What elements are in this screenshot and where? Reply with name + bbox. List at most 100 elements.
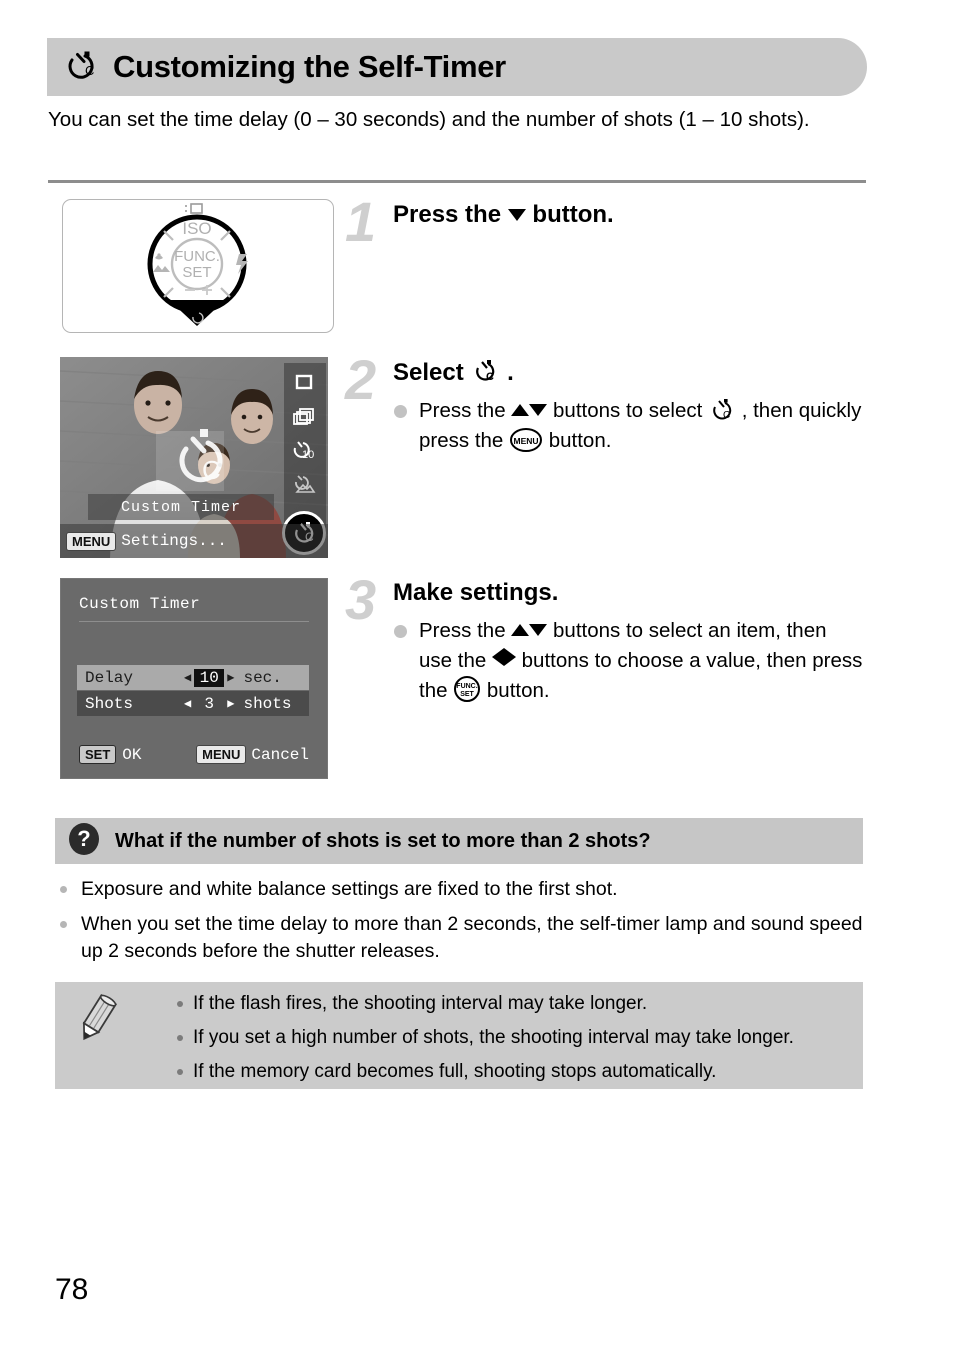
step-2-title-before: Select bbox=[393, 359, 464, 386]
drive-mode-self-timer-10sec-icon[interactable]: 10 bbox=[286, 433, 322, 467]
faq-item-text: Exposure and white balance settings are … bbox=[81, 878, 618, 900]
custom-self-timer-icon: C bbox=[708, 399, 742, 422]
note-item: If the memory card becomes full, shootin… bbox=[175, 1060, 845, 1083]
bullet-dot-icon bbox=[177, 1035, 183, 1041]
note-item: If the flash fires, the shooting interva… bbox=[175, 992, 845, 1015]
note-item-text: If you set a high number of shots, the s… bbox=[193, 1027, 794, 1048]
menu-tag-footer: MENU bbox=[196, 745, 247, 764]
faq-item: Exposure and white balance settings are … bbox=[55, 876, 867, 903]
step-3-body-part4: button. bbox=[486, 679, 550, 702]
set-tag: SET bbox=[79, 745, 117, 764]
svg-text:SET: SET bbox=[182, 264, 211, 281]
svg-text:ISO: ISO bbox=[182, 219, 211, 238]
menu-row-delay-unit: sec. bbox=[243, 668, 282, 687]
faq-list: Exposure and white balance settings are … bbox=[55, 876, 867, 973]
svg-text:?: ? bbox=[77, 826, 90, 851]
drive-mode-face-self-timer-icon[interactable] bbox=[286, 467, 322, 501]
lcd-bottom-text: Settings... bbox=[121, 532, 227, 550]
note-item: If you set a high number of shots, the s… bbox=[175, 1026, 845, 1049]
faq-item-text: When you set the time delay to more than… bbox=[81, 913, 863, 962]
bullet-dot-icon bbox=[60, 886, 67, 893]
svg-text:C: C bbox=[202, 455, 221, 485]
menu-divider bbox=[79, 621, 309, 622]
menu-row-shots-label: Shots bbox=[85, 694, 134, 713]
triangle-up-icon bbox=[511, 624, 530, 636]
step-1-title-before: Press the bbox=[393, 201, 502, 228]
drive-mode-strip[interactable]: 10 bbox=[284, 363, 326, 535]
menu-action-label: Cancel bbox=[251, 745, 309, 764]
step-3-body-part3: buttons to choose a value, then press th… bbox=[419, 649, 863, 702]
step-1-title: Press the button. bbox=[393, 200, 865, 230]
pencil-icon bbox=[73, 992, 119, 1051]
triangle-down-icon bbox=[529, 624, 548, 636]
custom-timer-menu-footer: SET OK MENU Cancel bbox=[79, 745, 309, 764]
step-2-title-after: . bbox=[507, 359, 514, 386]
menu-row-shots-value: 3 bbox=[204, 694, 215, 713]
delay-decrease-arrow-icon[interactable]: ◀ bbox=[181, 670, 194, 685]
menu-row-delay-label: Delay bbox=[85, 668, 134, 687]
step-2-body-part2: buttons to select bbox=[553, 399, 703, 422]
drive-mode-continuous-icon[interactable] bbox=[286, 399, 322, 433]
menu-row-shots-unit: shots bbox=[243, 694, 292, 713]
faq-band: ? What if the number of shots is set to … bbox=[55, 818, 863, 864]
svg-text:C: C bbox=[723, 410, 730, 421]
svg-text:FUNC.: FUNC. bbox=[457, 683, 478, 690]
page-header-band: C Customizing the Self-Timer bbox=[47, 38, 867, 96]
step-2: 2 Select C . Press the buttons to select… bbox=[345, 352, 865, 461]
step-2-title: Select C . bbox=[393, 358, 865, 388]
menu-row-delay[interactable]: Delay ◀ 10 ▶ sec. bbox=[77, 665, 309, 690]
question-mark-icon: ? bbox=[67, 821, 101, 862]
figure-custom-timer-menu: Custom Timer Delay ◀ 10 ▶ sec. Shots ◀ 3… bbox=[60, 578, 328, 779]
step-3-body: Press the buttons to select an item, the… bbox=[393, 616, 865, 711]
triangle-down-icon bbox=[507, 209, 526, 221]
drive-mode-single-shot-icon[interactable] bbox=[286, 365, 322, 399]
step-2-body-part4: button. bbox=[548, 429, 612, 452]
step-3-title: Make settings. bbox=[393, 579, 559, 606]
step-3-number: 3 bbox=[345, 568, 377, 631]
svg-text:C: C bbox=[85, 63, 94, 78]
custom-timer-menu-title: Custom Timer bbox=[79, 595, 201, 613]
step-2-number: 2 bbox=[345, 348, 377, 411]
menu-row-delay-value: 10 bbox=[194, 668, 225, 687]
triangle-left-icon bbox=[491, 648, 504, 666]
svg-text:FUNC.: FUNC. bbox=[174, 248, 220, 265]
custom-self-timer-icon: C bbox=[470, 359, 507, 386]
triangle-right-icon bbox=[503, 648, 516, 666]
header-divider bbox=[48, 180, 866, 183]
step-1-title-after: button. bbox=[532, 201, 614, 228]
bullet-dot-icon bbox=[60, 921, 67, 928]
svg-text:10: 10 bbox=[302, 449, 314, 461]
figure-control-dial: FUNC. SET ISO bbox=[62, 199, 334, 333]
notes-box: If the flash fires, the shooting interva… bbox=[55, 982, 863, 1089]
step-3-body-part1: Press the bbox=[419, 619, 506, 642]
bullet-dot-icon bbox=[177, 1001, 183, 1007]
func-set-button-icon: FUNC. SET bbox=[453, 676, 481, 711]
note-item-text: If the memory card becomes full, shootin… bbox=[193, 1061, 717, 1082]
intro-paragraph: You can set the time delay (0 – 30 secon… bbox=[48, 108, 810, 131]
delay-increase-arrow-icon[interactable]: ▶ bbox=[224, 670, 237, 685]
custom-self-timer-icon: C bbox=[61, 47, 101, 88]
notes-list: If the flash fires, the shooting interva… bbox=[175, 992, 845, 1094]
figure-lcd-shooting-screen: C 10 Custom Timer MENU Settings... bbox=[60, 357, 328, 558]
menu-tag: MENU bbox=[66, 531, 117, 551]
menu-button-icon: MENU bbox=[509, 428, 543, 461]
triangle-up-icon bbox=[511, 404, 530, 416]
faq-item: When you set the time delay to more than… bbox=[55, 911, 867, 965]
bullet-dot-icon bbox=[394, 405, 407, 418]
svg-text:MENU: MENU bbox=[514, 436, 539, 446]
faq-title: What if the number of shots is set to mo… bbox=[115, 829, 651, 852]
svg-text:SET: SET bbox=[460, 691, 474, 698]
page-title: Customizing the Self-Timer bbox=[113, 49, 506, 84]
page-number: 78 bbox=[55, 1273, 89, 1306]
shots-increase-arrow-icon[interactable]: ▶ bbox=[224, 696, 237, 711]
step-1: 1 Press the button. bbox=[345, 194, 865, 250]
step-3: 3 Make settings. Press the buttons to se… bbox=[345, 572, 865, 711]
lcd-mode-caption: Custom Timer bbox=[88, 494, 274, 520]
bullet-dot-icon bbox=[177, 1069, 183, 1075]
menu-row-shots[interactable]: Shots ◀ 3 ▶ shots bbox=[77, 691, 309, 716]
svg-text:C: C bbox=[486, 371, 494, 383]
shots-decrease-arrow-icon[interactable]: ◀ bbox=[181, 696, 194, 711]
step-1-number: 1 bbox=[345, 190, 377, 253]
bullet-dot-icon bbox=[394, 625, 407, 638]
triangle-down-icon bbox=[529, 404, 548, 416]
